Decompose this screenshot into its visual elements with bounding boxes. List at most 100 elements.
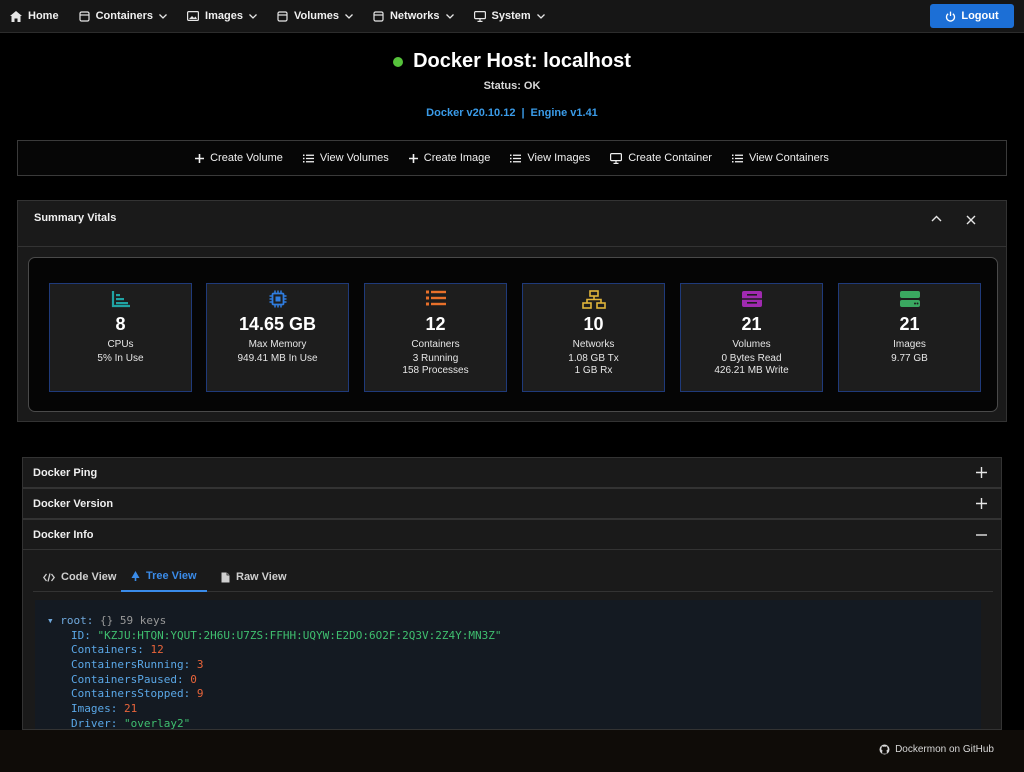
plus-icon[interactable] [976, 498, 987, 509]
github-link[interactable]: Dockermon on GitHub [879, 744, 994, 755]
plus-icon [408, 153, 418, 163]
vital-detail-secondary: 158 Processes [402, 365, 469, 376]
view-volumes-button[interactable]: View Volumes [302, 152, 389, 164]
chart-icon [50, 290, 191, 310]
docker-version-link[interactable]: Docker v20.10.12 [426, 107, 515, 119]
tree-key: Images: [71, 702, 118, 716]
view-containers-button[interactable]: View Containers [731, 152, 829, 164]
chevron-down-icon [248, 13, 257, 19]
vital-value: 8 [115, 314, 126, 334]
tree-key: Driver: [71, 716, 118, 730]
version-separator: | [521, 107, 525, 119]
tab-label: Raw View [236, 571, 287, 583]
close-icon[interactable] [966, 215, 976, 225]
create-container-button[interactable]: Create Container [610, 152, 712, 164]
view-images-button[interactable]: View Images [510, 152, 590, 164]
nav-volumes[interactable]: Volumes [277, 10, 353, 22]
vital-label: Volumes [732, 339, 771, 350]
summary-vitals-title: Summary Vitals [34, 212, 117, 224]
caret-down-icon[interactable]: ▾ [47, 614, 54, 627]
docker-ping-accordion[interactable]: Docker Ping [22, 457, 1002, 488]
volume-icon [277, 10, 288, 22]
power-icon [945, 11, 956, 22]
vital-detail: 3 Running [412, 353, 459, 364]
create-image-label: Create Image [423, 152, 491, 164]
logout-button[interactable]: Logout [930, 4, 1014, 28]
tree-row: ContainersRunning: 3 [35, 658, 981, 673]
view-tabs: Code View Tree View Raw View [33, 562, 993, 592]
tab-raw-view[interactable]: Raw View [211, 562, 297, 592]
vital-detail: 949.41 MB In Use [237, 353, 318, 364]
nav-system[interactable]: System [473, 10, 545, 22]
home-icon [10, 10, 22, 22]
create-volume-label: Create Volume [210, 152, 283, 164]
vital-label: Max Memory [248, 339, 307, 350]
tree-value: 21 [123, 702, 138, 716]
github-link-label: Dockermon on GitHub [895, 744, 994, 755]
create-volume-button[interactable]: Create Volume [195, 152, 283, 164]
list-icon [302, 154, 314, 163]
create-image-button[interactable]: Create Image [408, 152, 491, 164]
container-icon [78, 10, 90, 22]
actions-bar: Create Volume View Volumes Create Image … [17, 140, 1007, 176]
vitals-container: 8 CPUs 5% In Use 14.65 GB Max Memory 949… [28, 257, 998, 412]
logout-label: Logout [961, 10, 999, 22]
list-icon [365, 290, 506, 310]
tree-key: ContainersRunning: [71, 658, 191, 672]
tree-row: Containers: 12 [35, 643, 981, 658]
drive-icon [681, 290, 822, 310]
nav-containers[interactable]: Containers [78, 10, 167, 22]
tree-value: 12 [150, 643, 164, 657]
list-icon [731, 154, 743, 163]
vital-card-cpus: 8 CPUs 5% In Use [49, 283, 192, 392]
vital-detail-secondary: 1 GB Rx [574, 365, 613, 376]
host-header: Docker Host: localhost Status: OK Docker… [0, 50, 1024, 119]
plus-icon[interactable] [976, 467, 987, 478]
tab-tree-view[interactable]: Tree View [121, 562, 207, 592]
nav-system-label: System [491, 10, 531, 22]
vital-label: CPUs [107, 339, 134, 350]
plus-icon [195, 153, 205, 163]
engine-version-link[interactable]: Engine v1.41 [531, 107, 598, 119]
tree-row: ID: "KZJU:HTQN:YQUT:2H6U:U7ZS:FFHH:UQYW:… [35, 629, 981, 644]
monitor-icon [473, 10, 486, 22]
tree-value: 0 [190, 672, 197, 686]
github-icon [879, 744, 890, 755]
chevron-up-icon[interactable] [931, 215, 942, 222]
network-icon [373, 10, 384, 22]
nav-networks[interactable]: Networks [373, 10, 454, 22]
vital-detail-secondary: 426.21 MB Write [714, 365, 789, 376]
nav-images-label: Images [205, 10, 243, 22]
tab-code-view[interactable]: Code View [33, 562, 126, 592]
host-status: Status: OK [483, 80, 541, 92]
nav-home[interactable]: Home [10, 10, 59, 22]
list-icon [510, 154, 522, 163]
tree-value: "KZJU:HTQN:YQUT:2H6U:U7ZS:FFHH:UQYW:E2DO… [97, 628, 502, 642]
tree-root-key: root: [60, 614, 94, 627]
minus-icon[interactable] [976, 534, 987, 536]
docker-version-accordion[interactable]: Docker Version [22, 488, 1002, 519]
vital-card-containers: 12 Containers 3 Running 158 Processes [364, 283, 507, 392]
nav-volumes-label: Volumes [293, 10, 339, 22]
chevron-down-icon [159, 13, 167, 19]
view-containers-label: View Containers [748, 152, 829, 164]
create-container-label: Create Container [628, 152, 712, 164]
docker-info-accordion[interactable]: Docker Info [22, 519, 1002, 550]
nav-images[interactable]: Images [187, 10, 257, 22]
accordion-title: Docker Info [33, 529, 94, 541]
tree-root-row[interactable]: ▾ root: {} 59 keys [35, 614, 981, 629]
view-images-label: View Images [527, 152, 591, 164]
chevron-down-icon [345, 13, 353, 19]
footer: Dockermon on GitHub [0, 730, 1024, 772]
chip-icon [207, 290, 348, 310]
tree-row: Driver: "overlay2" [35, 716, 981, 730]
summary-vitals-panel: Summary Vitals 8 CPUs 5% In Use 14.65 GB… [17, 200, 1007, 422]
tree-key: ID: [71, 628, 91, 642]
vital-value: 14.65 GB [238, 314, 317, 334]
network-icon [523, 290, 664, 310]
vital-value: 10 [583, 314, 604, 334]
chevron-down-icon [536, 13, 545, 19]
code-icon [43, 572, 55, 582]
vital-detail: 9.77 GB [891, 353, 928, 364]
accordion-title: Docker Ping [33, 467, 98, 479]
